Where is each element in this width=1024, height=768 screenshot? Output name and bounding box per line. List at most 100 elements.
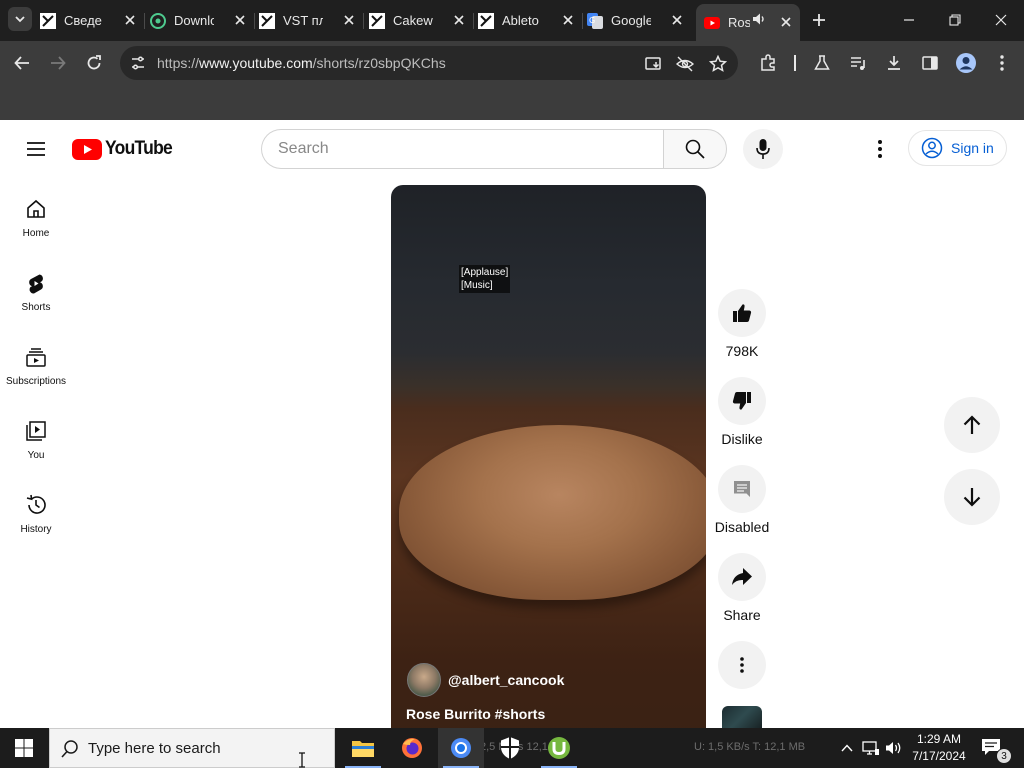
guide-label: Subscriptions xyxy=(5,376,67,387)
like-button[interactable] xyxy=(718,289,766,337)
restore-button[interactable] xyxy=(943,8,967,32)
browser-tab-active[interactable]: Ros xyxy=(696,4,800,41)
browser-tab[interactable]: Cakew xyxy=(369,6,474,35)
arrow-down-icon xyxy=(963,488,981,507)
url-scheme: https:// xyxy=(157,55,200,71)
close-icon[interactable] xyxy=(341,12,357,28)
previous-short-button[interactable] xyxy=(944,397,1000,453)
bookmark-star-icon[interactable] xyxy=(708,54,728,74)
browser-tab[interactable]: Downlo xyxy=(150,6,255,35)
youtube-logo[interactable]: YouTube xyxy=(72,137,178,161)
sign-in-button[interactable]: Sign in xyxy=(908,130,1007,166)
guide-item-shorts[interactable]: Shorts xyxy=(0,251,72,325)
new-tab-button[interactable] xyxy=(808,9,830,31)
downloads-icon[interactable] xyxy=(882,51,906,75)
short-video-player[interactable]: [Applause] [Music] @albert_cancook Rose … xyxy=(391,185,706,745)
channel-handle[interactable]: @albert_cancook xyxy=(448,672,564,688)
address-bar[interactable]: https://www.youtube.com/shorts/rz0sbpQKC… xyxy=(120,46,738,80)
short-title[interactable]: Rose Burrito #shorts xyxy=(406,706,545,722)
browser-tab[interactable]: Сведе xyxy=(40,6,145,35)
volume-icon[interactable] xyxy=(884,738,904,758)
speaker-icon[interactable] xyxy=(752,12,766,29)
bookmarks-bar xyxy=(0,86,1024,120)
site-settings-icon[interactable] xyxy=(128,53,148,73)
comments-button[interactable] xyxy=(718,465,766,513)
tab-separator xyxy=(254,13,255,29)
guide-item-home[interactable]: Home xyxy=(0,177,72,251)
dislike-button[interactable] xyxy=(718,377,766,425)
guide-item-you[interactable]: You xyxy=(0,399,72,473)
settings-more-button[interactable] xyxy=(868,137,892,161)
next-short-button[interactable] xyxy=(944,469,1000,525)
close-window-button[interactable] xyxy=(989,8,1013,32)
browser-tab[interactable]: Ableto xyxy=(478,6,583,35)
closed-captions: [Applause] [Music] xyxy=(459,265,511,293)
back-button[interactable] xyxy=(10,51,34,75)
more-options-button[interactable] xyxy=(718,641,766,689)
side-panel-icon[interactable] xyxy=(918,51,942,75)
voice-search-button[interactable] xyxy=(743,129,783,169)
firefox-icon xyxy=(402,738,422,758)
taskbar-security[interactable] xyxy=(487,728,533,768)
browser-tab[interactable]: G Google xyxy=(587,6,691,35)
taskbar-firefox[interactable] xyxy=(389,728,435,768)
share-button[interactable] xyxy=(718,553,766,601)
more-vertical-icon xyxy=(740,657,744,673)
taskbar-search-box[interactable]: Type here to search xyxy=(49,728,335,768)
system-clock[interactable]: 1:29 AM 7/17/2024 xyxy=(908,731,970,765)
reload-button[interactable] xyxy=(82,51,106,75)
tab-title: Cakew xyxy=(393,13,433,28)
taskbar-utorrent[interactable] xyxy=(536,728,582,768)
browser-menu-icon[interactable] xyxy=(990,51,1014,75)
clock-date: 7/17/2024 xyxy=(912,749,966,763)
action-center-button[interactable]: 3 xyxy=(980,737,1012,764)
tab-title: VST пл xyxy=(283,13,323,28)
channel-info[interactable]: @albert_cancook xyxy=(407,663,564,697)
url-host: www.youtube.com xyxy=(199,55,313,71)
close-icon[interactable] xyxy=(232,12,248,28)
thumbs-down-icon xyxy=(732,392,751,410)
sound-thumbnail[interactable] xyxy=(722,706,762,728)
subscriptions-icon xyxy=(24,345,48,369)
taskbar-chrome[interactable] xyxy=(438,728,484,768)
extensions-icon[interactable] xyxy=(756,51,780,75)
close-icon[interactable] xyxy=(122,12,138,28)
minimize-button[interactable] xyxy=(897,8,921,32)
tracking-protection-icon[interactable] xyxy=(675,54,695,74)
tab-title: Сведе xyxy=(64,13,102,28)
tab-search-button[interactable] xyxy=(8,7,32,31)
tab-separator xyxy=(363,13,364,29)
restore-icon xyxy=(949,14,961,26)
guide-menu-button[interactable] xyxy=(24,137,48,161)
show-hidden-icons-button[interactable] xyxy=(837,738,857,758)
labs-flask-icon[interactable] xyxy=(810,51,834,75)
media-control-icon[interactable] xyxy=(846,51,870,75)
browser-tab-strip: Сведе Downlo VST пл Cakew Ableto G Googl… xyxy=(0,0,1024,41)
share-arrow-icon xyxy=(732,568,752,585)
cakewalk-icon xyxy=(40,12,56,29)
guide-label: Home xyxy=(22,228,50,239)
comments-action: Disabled xyxy=(710,465,774,535)
utorrent-icon xyxy=(548,737,570,759)
search-icon xyxy=(685,139,705,159)
start-button[interactable] xyxy=(0,728,48,768)
channel-avatar[interactable] xyxy=(407,663,441,697)
guide-label: You xyxy=(27,450,45,461)
forward-button[interactable] xyxy=(46,51,70,75)
browser-tab[interactable]: VST пл xyxy=(259,6,364,35)
profile-avatar-icon[interactable] xyxy=(954,51,978,75)
taskbar-file-explorer[interactable] xyxy=(340,728,386,768)
close-icon[interactable] xyxy=(560,12,576,28)
search-button[interactable] xyxy=(663,129,727,169)
search-input[interactable]: Search xyxy=(261,129,664,169)
comments-label: Disabled xyxy=(714,519,770,535)
install-app-icon[interactable] xyxy=(644,54,664,74)
account-circle-icon xyxy=(921,137,943,159)
network-icon[interactable] xyxy=(861,738,881,758)
close-icon[interactable] xyxy=(669,12,685,28)
you-icon xyxy=(24,419,48,443)
close-icon[interactable] xyxy=(451,12,467,28)
close-icon[interactable] xyxy=(778,14,794,30)
guide-item-history[interactable]: History xyxy=(0,473,72,547)
guide-item-subscriptions[interactable]: Subscriptions xyxy=(0,325,72,399)
